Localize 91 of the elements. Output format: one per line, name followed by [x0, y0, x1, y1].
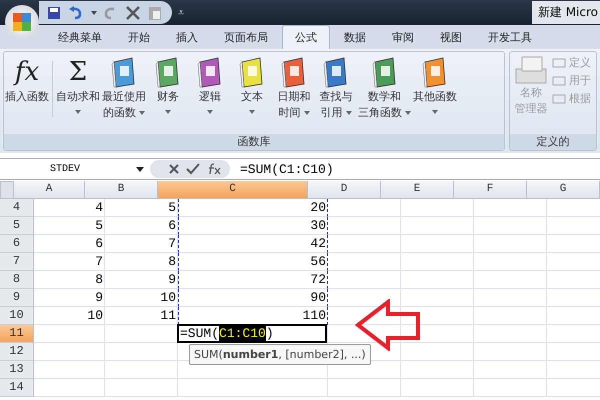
card-file-icon	[514, 55, 548, 85]
cell-editor[interactable]: =SUM(C1:C10)	[177, 324, 327, 343]
customize-menu[interactable]: ⩡	[178, 6, 184, 19]
table-cell: 9	[105, 271, 178, 289]
ribbon-button[interactable]: 逻辑	[189, 55, 231, 119]
ribbon-button[interactable]: 文本	[231, 55, 273, 119]
table-cell: 9	[34, 289, 105, 307]
ribbon-tab[interactable]: 视图	[428, 26, 474, 49]
row-header[interactable]: 10	[0, 307, 34, 325]
ribbon-tab[interactable]: 页面布局	[212, 26, 280, 49]
table-cell	[34, 343, 105, 361]
ribbon-tab[interactable]: 公式	[282, 25, 330, 49]
table-cell: 6	[105, 217, 178, 235]
caret-icon	[405, 111, 411, 115]
column-header[interactable]: A	[14, 181, 85, 199]
table-cell: 7	[34, 253, 105, 271]
caret-icon	[136, 166, 144, 172]
table-cell: 56	[178, 253, 328, 271]
column-header[interactable]: F	[454, 181, 527, 199]
column-header[interactable]: B	[85, 181, 158, 199]
ribbon-tab[interactable]: 经典菜单	[46, 26, 114, 49]
ribbon-button[interactable]: 查找与 引用	[315, 55, 357, 121]
table-cell: 42	[178, 235, 328, 253]
ribbon-button[interactable]: Σ 自动求和	[55, 55, 101, 119]
column-header[interactable]: D	[308, 181, 381, 199]
ribbon-button[interactable]: 最近使用 的函数	[101, 55, 147, 121]
ribbon-button[interactable]: fx 插入函数	[4, 55, 50, 119]
row-header[interactable]: 5	[0, 217, 34, 235]
table-cell	[34, 325, 105, 343]
table-cell: 7	[105, 235, 178, 253]
table-cell: 5	[105, 199, 178, 217]
window-title: 新建 Micro	[532, 1, 600, 24]
table-cell: 72	[178, 271, 328, 289]
small-button-icon	[552, 56, 566, 68]
row-header[interactable]: 9	[0, 289, 34, 307]
caret-icon	[207, 110, 213, 114]
ribbon-tab[interactable]: 开发工具	[476, 26, 544, 49]
caret-icon	[165, 110, 171, 114]
cancel-icon[interactable]	[168, 163, 180, 175]
row-header[interactable]: 7	[0, 253, 34, 271]
table-cell: 90	[178, 289, 328, 307]
pointer-arrow	[355, 299, 421, 351]
row-header[interactable]: 14	[0, 379, 34, 397]
row-header[interactable]: 8	[0, 271, 34, 289]
ribbon-button[interactable]: 日期和 时间	[273, 55, 315, 121]
small-button-icon	[552, 74, 566, 86]
caret-icon	[304, 111, 310, 115]
table-cell: 4	[34, 199, 105, 217]
row-header[interactable]: 13	[0, 361, 34, 379]
name-box[interactable]: STDEV	[0, 164, 150, 174]
ribbon-tab[interactable]: 开始	[116, 26, 162, 49]
caret-icon	[249, 110, 255, 114]
ribbon-tab[interactable]: 插入	[164, 26, 210, 49]
table-cell: 10	[105, 289, 178, 307]
row-header[interactable]: 6	[0, 235, 34, 253]
table-cell: 8	[105, 253, 178, 271]
row-header[interactable]: 12	[0, 343, 34, 361]
group-label: 定义的	[510, 134, 596, 150]
table-cell	[34, 361, 105, 379]
save-icon[interactable]	[47, 6, 61, 20]
column-header[interactable]: C	[158, 181, 308, 199]
ribbon-button[interactable]: 其他函数	[412, 55, 458, 119]
check-icon[interactable]	[186, 163, 200, 175]
caret-icon	[139, 111, 145, 115]
row-header[interactable]: 4	[0, 199, 34, 217]
function-tooltip: SUM(number1, [number2], ...)	[189, 344, 371, 365]
group-label: 函数库	[4, 134, 504, 150]
ribbon-button[interactable]: 财务	[147, 55, 189, 119]
formula-field[interactable]: =SUM(C1:C10)	[230, 162, 334, 176]
table-cell: 10	[34, 307, 105, 325]
column-header[interactable]: G	[527, 181, 600, 199]
ribbon-tab[interactable]: 数据	[332, 26, 378, 49]
table-cell: 11	[105, 307, 178, 325]
caret-icon	[75, 110, 81, 114]
caret-icon	[432, 110, 438, 114]
small-button-icon	[552, 92, 566, 104]
row-header[interactable]: 11	[0, 325, 34, 343]
table-cell: 30	[178, 217, 328, 235]
table-cell: 6	[34, 235, 105, 253]
undo-icon[interactable]	[68, 6, 84, 20]
table-cell: 8	[34, 271, 105, 289]
caret-icon	[346, 111, 352, 115]
table-cell: 20	[178, 199, 328, 217]
office-button[interactable]	[5, 4, 39, 38]
caret-icon	[91, 10, 97, 14]
column-header[interactable]: E	[381, 181, 454, 199]
ribbon-button[interactable]: 数学和 三角函数	[357, 55, 412, 121]
insert-function-icon[interactable]	[206, 163, 222, 175]
table-cell: 5	[34, 217, 105, 235]
table-cell	[34, 379, 105, 397]
ribbon-tab[interactable]: 审阅	[380, 26, 426, 49]
